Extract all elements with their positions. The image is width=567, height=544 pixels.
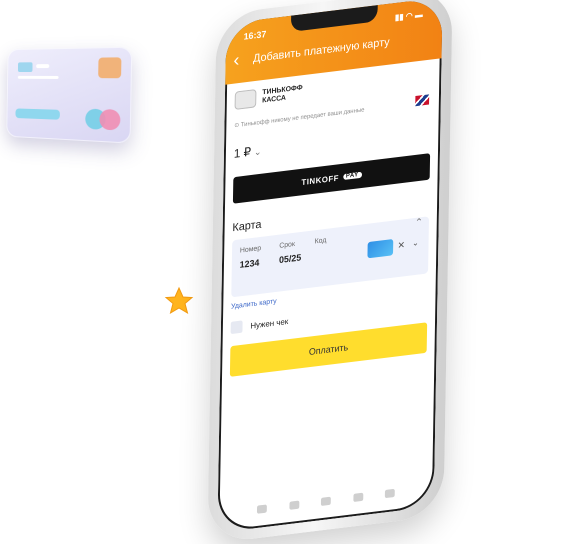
page-title: Добавить платежную карту	[252, 36, 390, 66]
chevron-down-icon[interactable]: ⌄	[412, 238, 419, 248]
cvc-label: Код	[314, 236, 327, 246]
tinkoff-emblem-icon	[234, 89, 257, 110]
chevron-up-icon[interactable]: ⌃	[415, 217, 423, 229]
close-icon[interactable]: ✕	[397, 240, 405, 252]
amount-value: 1 ₽	[233, 144, 252, 161]
delete-card-link[interactable]: Удалить карту	[231, 298, 277, 311]
status-icons: ▮▮ ◠ ▬	[394, 9, 423, 23]
tabs-icon[interactable]	[384, 488, 395, 499]
tinkoff-pay-label: TINKOFF	[301, 172, 340, 187]
expiry-label: Срок	[279, 240, 295, 250]
chevron-down-icon: ⌄	[253, 146, 262, 158]
phone-mockup: 16:37 ▮▮ ◠ ▬ ‹ Добавить платежную карту …	[0, 0, 567, 544]
card-section-title: Карта	[232, 218, 262, 235]
receipt-checkbox-row[interactable]: Нужен чек	[230, 315, 289, 335]
bookmarks-icon[interactable]	[352, 492, 363, 503]
tinkoff-pay-button[interactable]: TINKOFF PAY	[232, 153, 431, 204]
merchant-logo: ТИНЬКОФФ КАССА	[234, 83, 303, 110]
pay-badge: PAY	[342, 171, 362, 181]
security-notice: ⊙ Тинькофф никому не передает ваши данны…	[234, 107, 365, 130]
phone-screen: 16:37 ▮▮ ◠ ▬ ‹ Добавить платежную карту …	[217, 0, 443, 533]
bank-card-icon	[367, 238, 394, 259]
phone-body: 16:37 ▮▮ ◠ ▬ ‹ Добавить платежную карту …	[207, 0, 453, 544]
forward-nav-icon[interactable]	[288, 500, 299, 510]
card-number-label: Номер	[239, 244, 262, 255]
card-number-value[interactable]: 1234	[240, 257, 260, 270]
phone-notch	[290, 5, 378, 32]
expiry-value[interactable]: 05/25	[279, 252, 301, 265]
share-icon[interactable]	[320, 496, 331, 506]
payment-form: ТИНЬКОФФ КАССА ⊙ Тинькофф никому не пере…	[217, 58, 441, 533]
receipt-checkbox[interactable]	[230, 320, 243, 335]
back-arrow-icon[interactable]: ‹	[233, 49, 239, 70]
back-nav-icon[interactable]	[256, 504, 267, 514]
status-time: 16:37	[243, 28, 267, 42]
submit-label: Оплатить	[308, 342, 349, 358]
receipt-label: Нужен чек	[250, 316, 289, 331]
amount-selector[interactable]: 1 ₽ ⌄	[234, 143, 262, 161]
browser-toolbar	[256, 488, 395, 516]
uk-flag-icon[interactable]	[415, 94, 430, 107]
